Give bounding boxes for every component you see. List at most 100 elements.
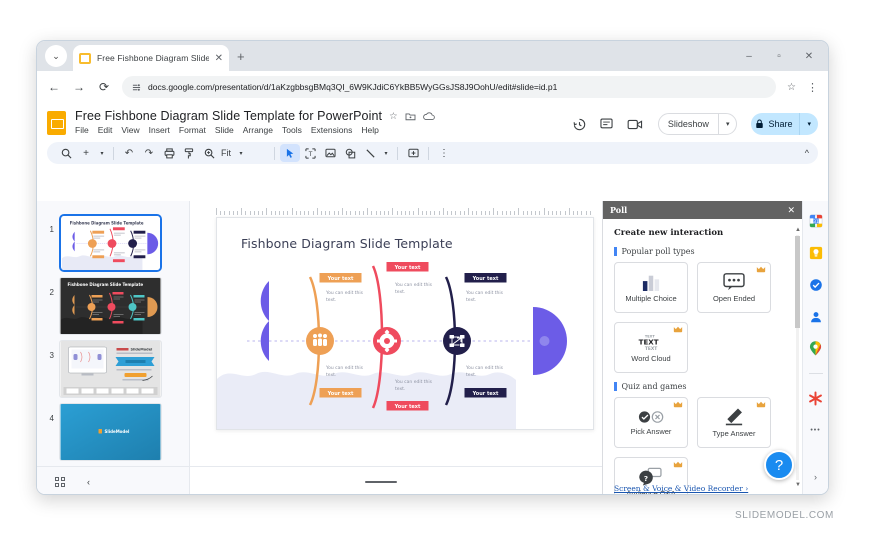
tab-strip: ⌄ Free Fishbone Diagram Slide Te ✕ + – ▫… <box>37 41 828 71</box>
scroll-down-icon[interactable]: ▼ <box>795 482 801 488</box>
share-button[interactable]: Share ▾ <box>751 113 818 135</box>
filmstrip-row-4[interactable]: 4 SlideModel <box>37 398 189 461</box>
google-keep-icon[interactable] <box>808 245 823 260</box>
cloud-saved-icon[interactable] <box>422 111 435 121</box>
bookmark-star-icon[interactable]: ☆ <box>787 82 796 93</box>
menu-file[interactable]: File <box>75 125 89 135</box>
close-tab-icon[interactable]: ✕ <box>215 53 223 64</box>
zoom-level-label[interactable]: Fit <box>219 148 235 158</box>
scroll-up-icon[interactable]: ▲ <box>795 227 801 233</box>
document-title[interactable]: Free Fishbone Diagram Slide Template for… <box>75 109 382 123</box>
section-label: Popular poll types <box>621 247 695 256</box>
site-settings-icon[interactable] <box>132 83 141 92</box>
google-calendar-icon[interactable]: 31 <box>808 213 823 228</box>
slides-favicon <box>79 52 91 64</box>
slide-number: 1 <box>49 225 54 234</box>
poll-card-multiple-choice[interactable]: Multiple Choice <box>614 262 688 313</box>
browser-tab[interactable]: Free Fishbone Diagram Slide Te ✕ <box>73 45 229 71</box>
filmstrip-row-3[interactable]: 3 SlideModel <box>37 335 189 398</box>
browser-window: ⌄ Free Fishbone Diagram Slide Te ✕ + – ▫… <box>36 40 829 495</box>
google-maps-icon[interactable] <box>808 341 823 356</box>
new-slide-button[interactable]: + <box>76 144 96 162</box>
scrollbar-thumb[interactable] <box>795 236 800 328</box>
maximize-button[interactable]: ▫ <box>764 42 794 70</box>
back-icon[interactable]: ← <box>47 80 61 94</box>
forward-icon[interactable]: → <box>72 80 86 94</box>
collapse-filmstrip-icon[interactable]: ‹ <box>87 477 90 487</box>
menu-slide[interactable]: Slide <box>215 125 234 135</box>
slide-title-text[interactable]: Fishbone Diagram Slide Template <box>241 236 453 251</box>
google-contacts-icon[interactable] <box>808 309 823 324</box>
svg-text:Fishbone Diagram Slide Templat: Fishbone Diagram Slide Template <box>70 220 144 225</box>
comment-history-icon[interactable] <box>600 118 613 130</box>
close-icon[interactable]: ✕ <box>787 205 795 216</box>
paint-format-icon[interactable] <box>179 144 199 162</box>
reload-icon[interactable]: ⟳ <box>97 80 111 94</box>
zoom-icon[interactable] <box>199 144 219 162</box>
select-arrow-icon[interactable] <box>280 144 300 162</box>
active-slide[interactable]: Your text Your text Your text Your text … <box>216 217 594 430</box>
zoom-level-caret-icon[interactable]: ▾ <box>235 150 247 157</box>
slide-thumbnail-1[interactable]: Fishbone Diagram Slide Template <box>59 214 162 272</box>
text-box-icon[interactable]: T <box>300 144 320 162</box>
image-icon[interactable] <box>320 144 340 162</box>
slideshow-caret-icon[interactable]: ▾ <box>719 120 737 128</box>
svg-text:Your text: Your text <box>327 391 354 397</box>
svg-text:Fishbone Diagram Slide Templat: Fishbone Diagram Slide Template <box>68 282 144 287</box>
star-icon[interactable]: ☆ <box>389 111 398 122</box>
collapse-toolbar-icon[interactable]: ^ <box>805 148 809 158</box>
slide-thumbnail-2[interactable]: Fishbone Diagram Slide Template <box>59 277 162 335</box>
undo-icon[interactable]: ↶ <box>119 144 139 162</box>
google-meet-icon[interactable] <box>627 119 644 130</box>
line-caret-icon[interactable]: ▾ <box>380 150 392 157</box>
menu-edit[interactable]: Edit <box>98 125 113 135</box>
slide-thumbnail-4[interactable]: SlideModel <box>59 403 162 461</box>
minimize-button[interactable]: – <box>734 42 764 70</box>
print-icon[interactable] <box>159 144 179 162</box>
menu-extensions[interactable]: Extensions <box>311 125 353 135</box>
card-label: Multiple Choice <box>625 293 677 303</box>
move-to-folder-icon[interactable] <box>405 112 416 121</box>
line-icon[interactable] <box>360 144 380 162</box>
grid-view-icon[interactable] <box>55 476 65 487</box>
add-comment-icon[interactable] <box>403 144 423 162</box>
filmstrip-row-2[interactable]: 2 Fishbone Diagram Slide Template <box>37 272 189 335</box>
close-window-button[interactable]: ✕ <box>794 42 824 70</box>
tab-search-chevron-icon[interactable]: ⌄ <box>45 45 67 67</box>
google-tasks-icon[interactable] <box>808 277 823 292</box>
tab-title: Free Fishbone Diagram Slide Te <box>97 53 209 63</box>
more-addons-icon[interactable]: ••• <box>808 423 823 438</box>
share-caret-icon[interactable]: ▾ <box>800 120 818 128</box>
menu-help[interactable]: Help <box>361 125 378 135</box>
address-bar[interactable]: docs.google.com/presentation/d/1aKzgbbsg… <box>122 76 777 98</box>
menu-view[interactable]: View <box>121 125 139 135</box>
slideshow-button[interactable]: Slideshow ▾ <box>657 113 738 135</box>
version-history-icon[interactable] <box>573 118 586 131</box>
menu-insert[interactable]: Insert <box>149 125 170 135</box>
filmstrip-row-1[interactable]: 1 Fishbone Diagram Slide Template <box>37 209 189 272</box>
new-tab-button[interactable]: + <box>237 49 245 64</box>
menu-tools[interactable]: Tools <box>282 125 302 135</box>
poll-panel-scrollbar[interactable]: ▲ ▼ <box>795 227 801 488</box>
more-options-icon[interactable]: ⋮ <box>434 144 454 162</box>
svg-text:SlideModel: SlideModel <box>131 348 153 352</box>
new-slide-caret-icon[interactable]: ▾ <box>96 150 108 157</box>
redo-icon[interactable]: ↷ <box>139 144 159 162</box>
menu-arrange[interactable]: Arrange <box>243 125 273 135</box>
slide-thumbnail-3[interactable]: SlideModel <box>59 340 162 398</box>
poll-card-word-cloud[interactable]: TEXT TEXT TEXT Word Cloud <box>614 322 688 373</box>
poll-card-type-answer[interactable]: Type Answer <box>697 397 771 448</box>
add-on-icon[interactable] <box>808 391 823 406</box>
poll-card-pick-answer[interactable]: Pick Answer <box>614 397 688 448</box>
search-icon[interactable] <box>56 144 76 162</box>
poll-card-open-ended[interactable]: Open Ended <box>697 262 771 313</box>
speaker-notes-handle[interactable] <box>365 480 397 483</box>
poll-heading: Create new interaction <box>614 228 724 238</box>
screen-recorder-link[interactable]: Screen & Voice & Video Recorder › <box>614 484 748 493</box>
shape-icon[interactable] <box>340 144 360 162</box>
header-actions: Slideshow ▾ Share ▾ <box>573 109 818 135</box>
menu-format[interactable]: Format <box>179 125 206 135</box>
browser-menu-icon[interactable]: ⋮ <box>807 81 818 94</box>
help-button[interactable]: ? <box>764 450 794 480</box>
expand-rail-icon[interactable]: › <box>814 472 817 482</box>
